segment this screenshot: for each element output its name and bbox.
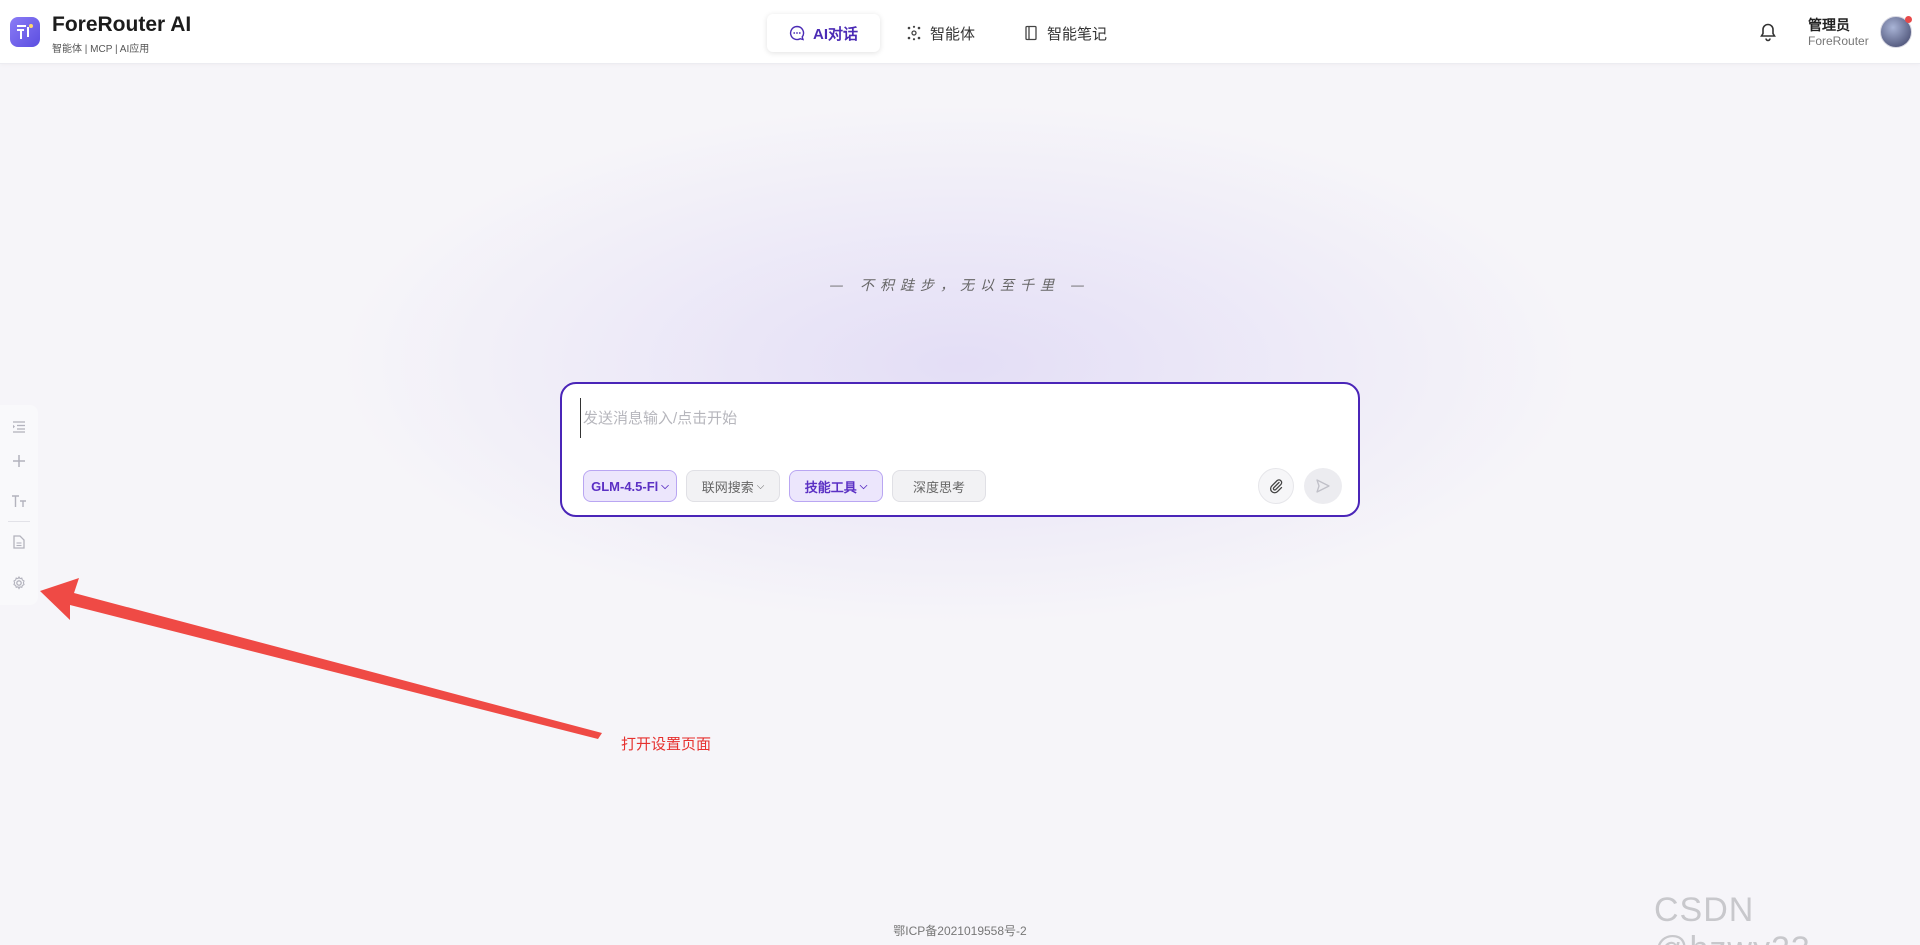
watermark: CSDN @hzwy23 [1654,891,1810,945]
annotation-label: 打开设置页面 [621,736,712,753]
icp-footer[interactable]: 鄂ICP备2021019558号-2 [0,922,1920,939]
annotation-arrow [40,578,602,739]
